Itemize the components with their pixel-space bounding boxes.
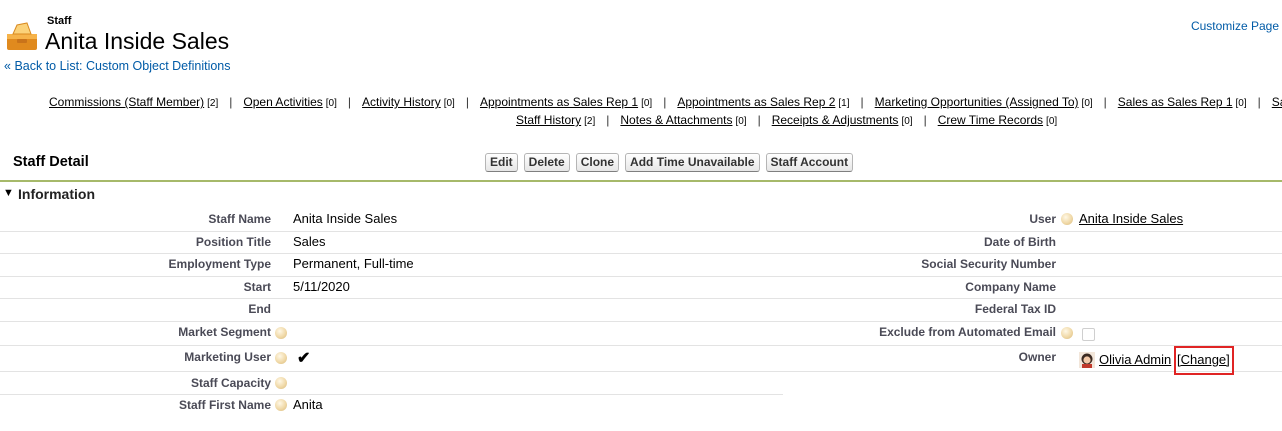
field-label-ssn: Social Security Number <box>921 257 1056 271</box>
field-value-staff-name: Anita Inside Sales <box>293 211 398 226</box>
field-label-employment-type: Employment Type <box>168 257 271 271</box>
owner-link[interactable]: Olivia Admin <box>1099 352 1171 367</box>
field-label-end: End <box>248 302 271 316</box>
related-list-link[interactable]: Appointments as Sales Rep 2 [1] <box>677 95 849 109</box>
field-label-position-title: Position Title <box>195 235 271 249</box>
help-icon[interactable] <box>275 399 287 411</box>
field-label-start: Start <box>243 280 271 294</box>
field-label-federal-tax-id: Federal Tax ID <box>974 302 1056 316</box>
field-value-staff-first-name: Anita <box>293 397 323 412</box>
field-value-position-title: Sales <box>293 234 326 249</box>
section-title: Information <box>18 186 95 202</box>
related-list-link[interactable]: Activity History [0] <box>362 95 455 109</box>
related-list-link[interactable]: Crew Time Records [0] <box>938 113 1057 127</box>
related-list-link[interactable]: Appointments as Sales Rep 1 [0] <box>480 95 652 109</box>
edit-button[interactable]: Edit <box>485 153 518 172</box>
help-icon[interactable] <box>1061 327 1073 339</box>
related-list-link[interactable]: Staff History [2] <box>516 113 595 127</box>
detail-divider <box>0 180 1282 182</box>
row-divider <box>0 231 1282 232</box>
related-list-link[interactable]: Open Activities [0] <box>243 95 337 109</box>
field-label-staff-first-name: Staff First Name <box>178 398 271 412</box>
separator: | <box>663 95 667 109</box>
delete-button[interactable]: Delete <box>523 153 570 172</box>
related-list-links-row1: Commissions (Staff Member) [2] | Open Activ… <box>49 95 1282 109</box>
separator: | <box>923 113 927 127</box>
related-list-link[interactable]: Sale <box>1272 95 1282 109</box>
help-icon[interactable] <box>275 327 287 339</box>
row-divider <box>0 253 1282 254</box>
related-list-link[interactable]: Commissions (Staff Member) [2] <box>49 95 218 109</box>
field-label-marketing-user: Marketing User <box>184 350 271 364</box>
help-icon[interactable] <box>275 377 287 389</box>
field-label-exclude-automated-email: Exclude from Automated Email <box>879 325 1056 339</box>
field-label-owner: Owner <box>1018 350 1056 364</box>
field-label-market-segment: Market Segment <box>178 325 271 339</box>
field-label-staff-capacity: Staff Capacity <box>190 376 271 390</box>
separator: | <box>465 95 469 109</box>
avatar-icon <box>1079 352 1095 368</box>
user-link[interactable]: Anita Inside Sales <box>1079 211 1183 226</box>
related-list-link[interactable]: Receipts & Adjustments [0] <box>772 113 913 127</box>
help-icon[interactable] <box>1061 213 1073 225</box>
separator: | <box>757 113 761 127</box>
separator: | <box>1257 95 1261 109</box>
highlight-box <box>1174 346 1234 375</box>
help-icon[interactable] <box>275 352 287 364</box>
row-divider <box>0 394 783 395</box>
separator: | <box>229 95 233 109</box>
staff-account-button[interactable]: Staff Account <box>765 153 854 172</box>
related-list-link[interactable]: Notes & Attachments [0] <box>620 113 746 127</box>
separator: | <box>347 95 352 109</box>
separator: | <box>606 113 610 127</box>
separator: | <box>860 95 864 109</box>
field-value-employment-type: Permanent, Full-time <box>293 256 414 271</box>
checkmark-icon: ✔ <box>297 350 311 367</box>
unchecked-checkbox-icon <box>1082 328 1095 341</box>
back-to-list-link[interactable]: Back to List: Custom Object Definitions <box>14 59 230 73</box>
row-divider <box>0 321 1282 322</box>
detail-title: Staff Detail <box>13 154 89 170</box>
customize-page-link[interactable]: Customize Page <box>1191 19 1279 33</box>
field-label-staff-name: Staff Name <box>208 212 271 226</box>
detail-button-bar: Edit Delete Clone Add Time Unavailable S… <box>485 153 854 172</box>
staff-object-icon <box>7 22 37 50</box>
related-list-link[interactable]: Sales as Sales Rep 1 [0] <box>1118 95 1247 109</box>
page-title: Anita Inside Sales <box>45 28 230 54</box>
object-type-label: Staff <box>47 15 72 27</box>
section-header-information[interactable]: ▼ Information <box>0 183 1282 205</box>
separator: | <box>1103 95 1107 109</box>
row-divider <box>0 345 1282 346</box>
related-list-links-row2: Staff History [2] | Notes & Attachments [0] |… <box>516 113 1057 127</box>
field-value-start: 5/11/2020 <box>293 279 350 294</box>
back-to-list: « Back to List: Custom Object Definition… <box>4 59 231 73</box>
row-divider <box>0 371 1282 372</box>
back-arrow-icon: « <box>4 59 15 73</box>
field-label-user: User <box>1029 212 1056 226</box>
field-label-date-of-birth: Date of Birth <box>984 235 1056 249</box>
clone-button[interactable]: Clone <box>575 153 620 172</box>
collapse-triangle-icon[interactable]: ▼ <box>3 187 14 199</box>
row-divider <box>0 298 1282 299</box>
field-label-company-name: Company Name <box>965 280 1056 294</box>
row-divider <box>0 276 1282 277</box>
add-time-unavailable-button[interactable]: Add Time Unavailable <box>625 153 760 172</box>
related-list-link[interactable]: Marketing Opportunities (Assigned To) [0] <box>875 95 1093 109</box>
